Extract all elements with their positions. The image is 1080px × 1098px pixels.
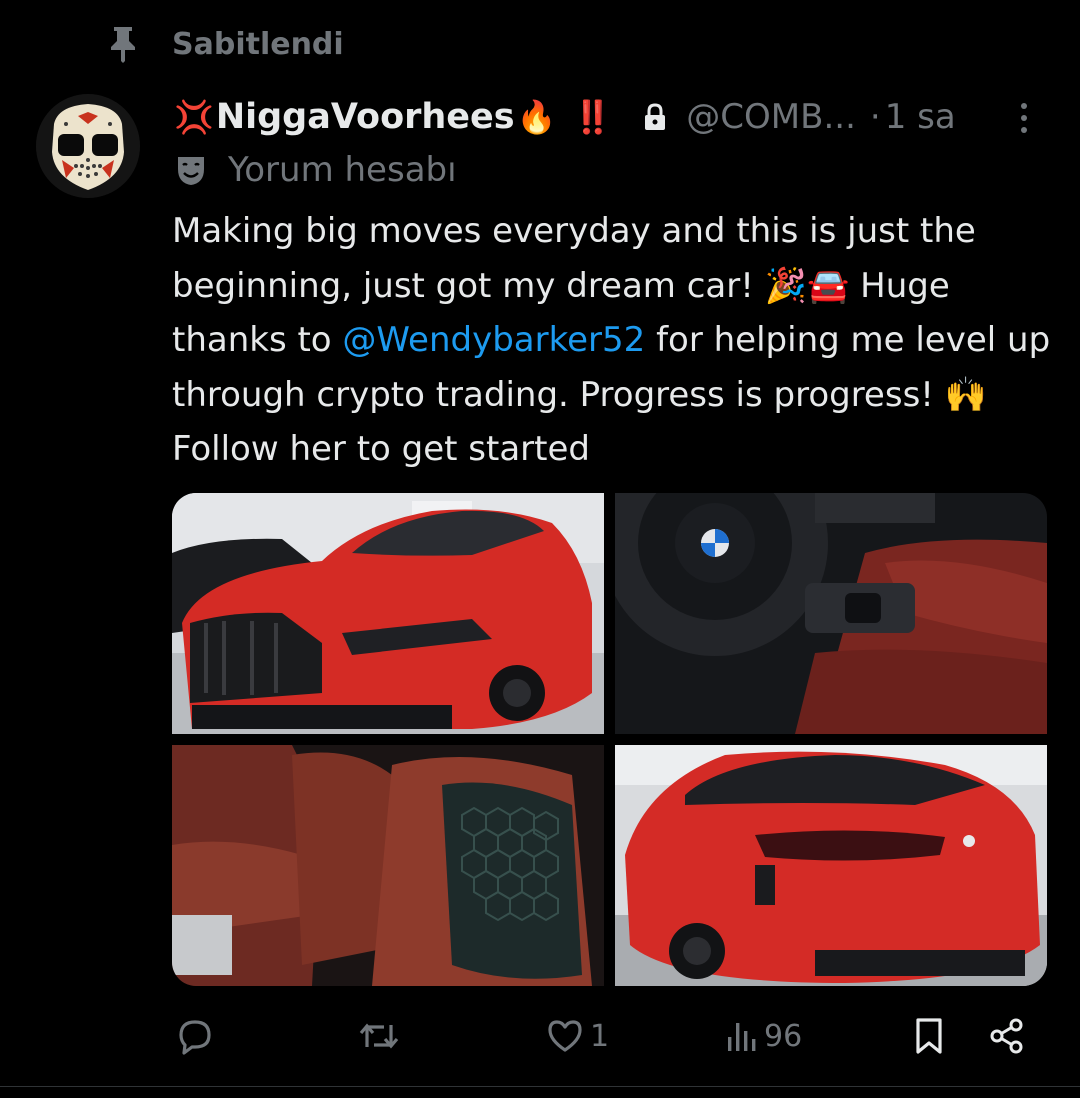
steering-wheel-interior-photo[interactable] [615,493,1047,734]
views-icon [728,1023,756,1051]
hockey-mask-avatar-icon [36,94,140,198]
heart-icon [548,1020,582,1052]
display-name[interactable]: 💢 NiggaVoorhees 🔥 ‼️ [172,97,614,137]
post-text: Making big moves everyday and this is ju… [172,204,1052,477]
bookmark-button[interactable] [914,1012,944,1060]
pinned-label: Sabitlendi [172,26,344,62]
avatar[interactable] [36,94,140,198]
account-label-text: Yorum hesabı [228,150,457,190]
red-suv-rear-photo[interactable] [615,745,1047,986]
author-handle[interactable]: @COMB... [686,97,856,137]
repost-icon [359,1023,399,1049]
mention-link[interactable]: @Wendybarker52 [342,320,645,360]
bookmark-icon [916,1018,942,1054]
like-button[interactable]: 1 [546,1012,609,1060]
lock-icon [645,103,666,130]
reply-icon [179,1020,211,1055]
like-count: 1 [590,1018,610,1054]
red-suv-front-photo[interactable] [172,493,604,734]
separator-dot: · [869,97,881,137]
reply-button[interactable] [176,1012,220,1060]
views-count: 96 [764,1018,803,1054]
media-grid [172,493,1047,986]
double-exclamation-emoji: ‼️ [572,98,613,136]
views-button[interactable]: 96 [726,1012,802,1060]
pin-icon [111,27,135,63]
repost-button[interactable] [358,1012,406,1060]
anger-emoji: 💢 [174,98,214,136]
red-leather-seats-photo[interactable] [172,745,604,986]
theater-mask-icon [178,157,204,185]
fire-emoji: 🔥 [516,98,557,136]
action-bar: 1 96 [172,1012,1032,1060]
post-time[interactable]: 1 sa [885,97,956,137]
post-header: 💢 NiggaVoorhees 🔥 ‼️ @COMB... · 1 sa [172,92,1052,142]
divider [0,1086,1080,1087]
more-vertical-icon[interactable] [1012,98,1036,138]
share-icon [990,1018,1023,1054]
pinned-indicator: Sabitlendi [108,22,344,66]
account-label: Yorum hesabı [174,146,457,194]
share-button[interactable] [988,1012,1026,1060]
display-name-text: NiggaVoorhees [215,97,515,137]
